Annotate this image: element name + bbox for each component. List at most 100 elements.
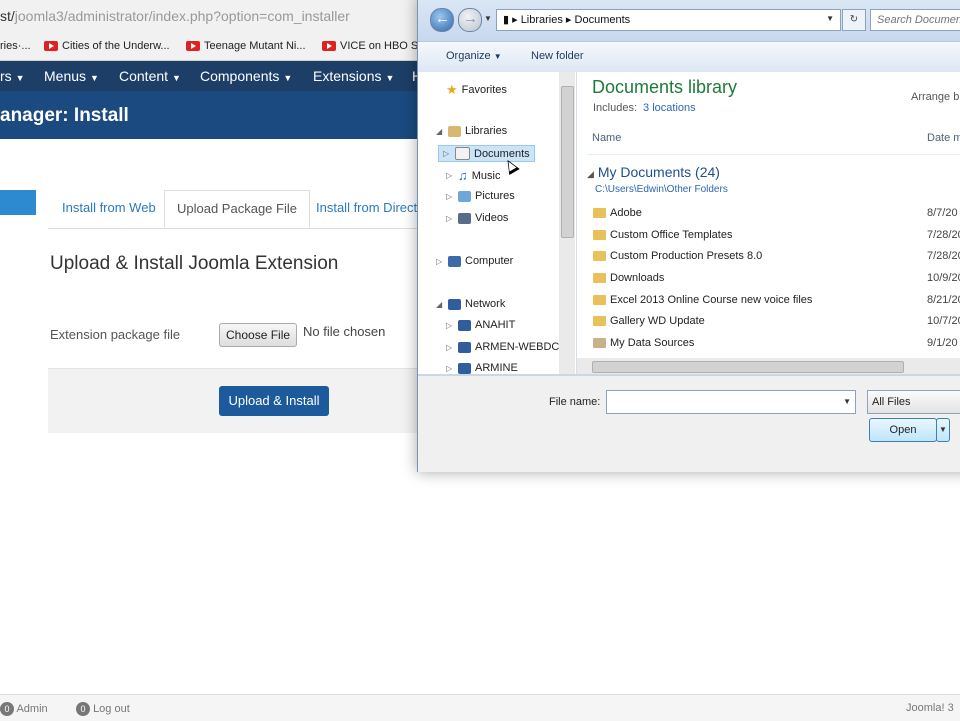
file-row[interactable]: Downloads10/9/20 xyxy=(593,272,960,292)
recent-locations-dropdown[interactable]: ▼ xyxy=(484,14,492,23)
open-options-dropdown[interactable]: ▼ xyxy=(936,418,950,442)
network-icon xyxy=(448,298,461,310)
nav-item-pictures[interactable]: ▷ Pictures xyxy=(446,190,515,202)
pictures-icon xyxy=(458,190,471,202)
open-button[interactable]: Open xyxy=(869,418,937,442)
back-button[interactable]: ← xyxy=(430,8,454,32)
tab-upload-package-file[interactable]: Upload Package File xyxy=(164,190,310,228)
address-bar[interactable]: ▮ ▸ Libraries ▸ Documents ▼ xyxy=(496,9,841,31)
star-icon: ★ xyxy=(446,82,458,97)
youtube-icon xyxy=(322,41,336,51)
library-title: Documents library xyxy=(592,77,738,97)
nav-item-network[interactable]: ◢ Network xyxy=(436,298,505,310)
chevron-down-icon[interactable]: ▼ xyxy=(826,14,834,23)
divider xyxy=(587,154,960,155)
url-text[interactable]: st/joomla3/administrator/index.php?optio… xyxy=(0,8,350,24)
nav-item-music[interactable]: ▷ ♫ Music xyxy=(446,168,500,183)
choose-file-button[interactable]: Choose File xyxy=(219,323,298,347)
nav-item-armine[interactable]: ▷ ARMINE xyxy=(446,362,518,374)
package-file-label: Extension package file xyxy=(50,327,181,342)
bookmark-item[interactable]: Teenage Mutant Ni... xyxy=(186,40,306,52)
breadcrumb-documents[interactable]: Documents xyxy=(575,14,631,26)
menu-content[interactable]: Content ▼ xyxy=(119,68,181,84)
file-open-dialog: ← → ▼ ▮ ▸ Libraries ▸ Documents ▼ ↻ Orga… xyxy=(417,0,960,472)
column-header-date[interactable]: Date m xyxy=(927,132,960,144)
nav-item-armen-webdc[interactable]: ▷ ARMEN-WEBDC xyxy=(446,341,559,353)
section-heading: Upload & Install Joomla Extension xyxy=(50,253,339,274)
folder-icon xyxy=(593,251,606,262)
dialog-bottom-bar: File name: ▼ All Files Open ▼ xyxy=(418,375,960,472)
scrollbar-thumb[interactable] xyxy=(561,86,574,238)
chevron-down-icon[interactable]: ▼ xyxy=(843,397,851,406)
documents-icon xyxy=(455,147,470,160)
install-tabs: Install from Web Upload Package File Ins… xyxy=(48,190,428,229)
dialog-toolbar: Organize ▼ New folder xyxy=(418,41,960,73)
nav-item-videos[interactable]: ▷ Videos xyxy=(446,212,508,224)
nav-item-anahit[interactable]: ▷ ANAHIT xyxy=(446,319,515,331)
breadcrumb: ▮ ▸ Libraries ▸ Documents xyxy=(503,14,631,26)
file-row[interactable]: Adobe 8/7/20 xyxy=(593,207,960,227)
file-list-hscrollbar[interactable] xyxy=(577,358,960,374)
youtube-icon xyxy=(186,41,200,51)
nav-item-libraries[interactable]: ◢ Libraries xyxy=(436,125,507,137)
joomla-version: Joomla! 3 xyxy=(906,702,954,714)
group-header[interactable]: ◢ My Documents (24) xyxy=(587,164,720,180)
videos-icon xyxy=(458,212,471,224)
network-pc-icon xyxy=(458,319,471,331)
admin-footer: 0 Admin 0 Log out Joomla! 3 xyxy=(0,694,960,721)
nav-item-documents[interactable]: ▷ Documents xyxy=(438,145,535,162)
search-input[interactable] xyxy=(871,10,960,30)
file-type-select[interactable]: All Files xyxy=(867,390,960,414)
network-pc-icon xyxy=(458,341,471,353)
menu-users[interactable]: rs ▼ xyxy=(0,68,25,84)
dialog-nav-row: ← → ▼ ▮ ▸ Libraries ▸ Documents ▼ ↻ xyxy=(418,0,960,41)
file-row[interactable]: Gallery WD Update10/7/20 xyxy=(593,315,960,335)
file-row[interactable]: Custom Office Templates7/28/20 xyxy=(593,229,960,249)
music-icon: ♫ xyxy=(458,168,468,183)
new-folder-button[interactable]: New folder xyxy=(531,50,584,62)
admin-users-link[interactable]: 0 Admin xyxy=(0,702,48,716)
library-includes: Includes: 3 locations xyxy=(593,102,696,114)
tab-install-from-web[interactable]: Install from Web xyxy=(50,190,168,226)
refresh-icon: ↻ xyxy=(849,14,859,25)
bookmark-item[interactable]: Cities of the Underw... xyxy=(44,40,170,52)
file-row[interactable]: Excel 2013 Online Course new voice files… xyxy=(593,294,960,314)
navigation-pane: ★ Favorites ◢ Libraries ▷ Documents ▷ ♫ Music… xyxy=(418,72,577,374)
folder-icon xyxy=(593,316,606,327)
organize-button[interactable]: Organize ▼ xyxy=(446,50,502,62)
file-row[interactable]: Custom Production Presets 8.07/28/20 xyxy=(593,250,960,270)
bookmark-item[interactable]: ries·... xyxy=(0,40,31,52)
computer-icon xyxy=(448,255,461,267)
arrange-by-dropdown[interactable]: Arrange b xyxy=(911,91,959,103)
back-arrow-icon: ← xyxy=(435,10,450,27)
scrollbar-thumb[interactable] xyxy=(592,361,904,373)
nav-item-favorites[interactable]: ★ Favorites xyxy=(446,82,507,98)
group-path: C:\Users\Edwin\Other Folders xyxy=(595,184,728,195)
nav-item-computer[interactable]: ▷ Computer xyxy=(436,255,513,267)
menu-components[interactable]: Components ▼ xyxy=(200,68,292,84)
data-sources-icon xyxy=(593,338,606,349)
refresh-button[interactable]: ↻ xyxy=(842,9,866,31)
youtube-icon xyxy=(44,41,58,51)
forward-button[interactable]: → xyxy=(458,8,482,32)
folder-icon xyxy=(593,273,606,284)
breadcrumb-libraries[interactable]: Libraries xyxy=(521,14,563,26)
locations-link[interactable]: 3 locations xyxy=(643,102,696,114)
libraries-icon xyxy=(448,125,461,137)
file-row[interactable]: My Data Sources 9/1/20 xyxy=(593,337,960,357)
menu-extensions[interactable]: Extensions ▼ xyxy=(313,68,394,84)
page-title: anager: Install xyxy=(0,105,129,126)
file-name-input[interactable]: ▼ xyxy=(606,390,856,414)
column-header-name[interactable]: Name xyxy=(592,132,621,144)
folder-icon xyxy=(593,208,606,219)
menu-menus[interactable]: Menus ▼ xyxy=(44,68,99,84)
sidebar-toggle-button[interactable] xyxy=(0,190,36,215)
file-name-label: File name: xyxy=(549,396,601,408)
file-list-pane: Documents library Includes: 3 locations A… xyxy=(577,72,960,374)
network-pc-icon xyxy=(458,362,471,374)
bookmark-item[interactable]: VICE on HBO S xyxy=(322,40,418,52)
nav-pane-scrollbar[interactable] xyxy=(559,72,575,374)
logout-link[interactable]: 0 Log out xyxy=(76,702,130,716)
search-box[interactable] xyxy=(870,9,960,31)
upload-install-button[interactable]: Upload & Install xyxy=(219,386,329,416)
